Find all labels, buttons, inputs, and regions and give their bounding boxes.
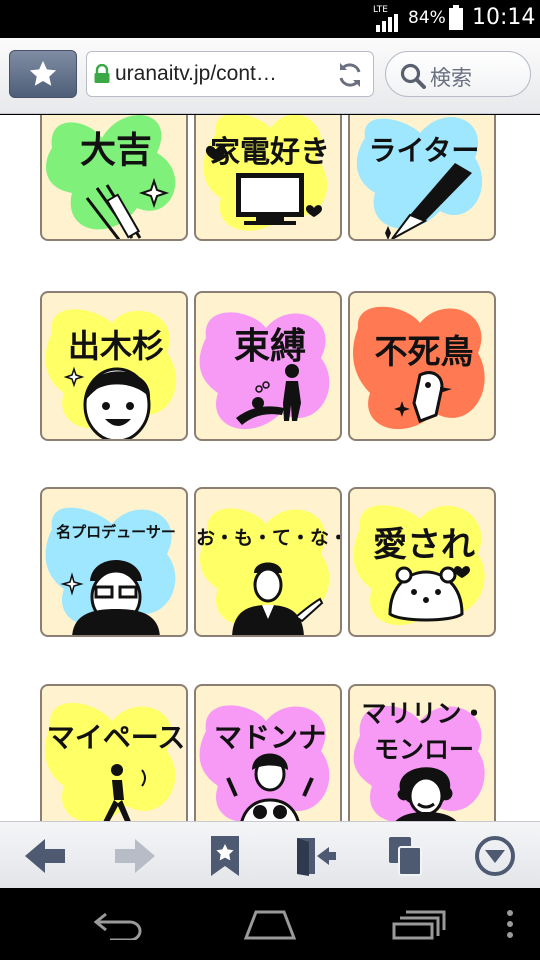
search-field[interactable]: 検索 xyxy=(385,51,531,97)
android-recent-apps-button[interactable] xyxy=(392,906,448,942)
lock-icon xyxy=(94,64,110,83)
fortune-card-writer[interactable]: ライター xyxy=(348,115,496,241)
fortune-card-omotenashi[interactable]: お・も・て・な・し xyxy=(194,487,342,637)
fortune-card-marilyn-monroe[interactable]: マリリン・ モンロー xyxy=(348,684,496,821)
boy-face-icon xyxy=(63,366,151,439)
fortune-card-daikichi[interactable]: 大吉 xyxy=(40,115,188,241)
browser-bottom-bar xyxy=(0,821,540,888)
menu-button[interactable] xyxy=(472,834,518,878)
android-nav-bar xyxy=(0,888,540,960)
browser-toolbar: uranaitv.jp/cont… 検索 xyxy=(0,38,540,114)
fortune-card-mypace[interactable]: マイペース xyxy=(40,684,188,821)
fortune-card-producer[interactable]: 名プロデューサー xyxy=(40,487,188,637)
web-content: 大吉 家電好き ライター 出木杉 束縛 不死鳥 名プロデューサー お・も・て・な… xyxy=(0,115,540,821)
fortune-card-madonna[interactable]: マドンナ xyxy=(194,684,342,821)
producer-with-glasses-icon xyxy=(60,560,160,635)
fortune-card-kaden-zuki[interactable]: 家電好き xyxy=(194,115,342,241)
android-home-button[interactable] xyxy=(242,906,298,942)
url-text[interactable]: uranaitv.jp/cont… xyxy=(115,62,329,86)
back-arrow-icon xyxy=(25,839,65,873)
star-icon xyxy=(29,60,57,86)
fortune-card-aisare[interactable]: 愛され xyxy=(348,487,496,637)
android-overflow-button[interactable] xyxy=(502,906,518,942)
battery-icon xyxy=(449,5,463,30)
clock: 10:14 xyxy=(472,5,536,30)
exit-button[interactable] xyxy=(292,834,338,878)
television-icon xyxy=(205,145,322,225)
fortune-card-dekisugi[interactable]: 出木杉 xyxy=(40,291,188,441)
tabs-icon xyxy=(389,837,422,876)
menu-dropdown-icon xyxy=(475,836,515,876)
fortune-card-sokubaku[interactable]: 束縛 xyxy=(194,291,342,441)
back-icon xyxy=(93,912,142,940)
overflow-menu-icon xyxy=(507,910,513,938)
search-placeholder: 検索 xyxy=(430,66,472,90)
search-icon xyxy=(400,63,426,89)
android-back-button[interactable] xyxy=(92,906,148,942)
forward-arrow-icon xyxy=(115,839,155,873)
home-icon xyxy=(243,910,297,940)
url-bar[interactable]: uranaitv.jp/cont… xyxy=(86,51,374,97)
binding-figures-icon xyxy=(236,364,301,425)
exit-door-icon xyxy=(297,838,336,876)
battery-percent: 84% xyxy=(408,8,446,28)
fortune-card-fushicho[interactable]: 不死鳥 xyxy=(348,291,496,441)
status-bar: LTE 84% 10:14 xyxy=(0,0,540,38)
bookmark-icon xyxy=(211,836,239,876)
signal-icon xyxy=(376,14,398,32)
bookmarks-button[interactable] xyxy=(202,834,248,878)
madonna-figure-icon xyxy=(226,753,314,821)
reload-icon[interactable] xyxy=(335,60,365,90)
back-button[interactable] xyxy=(22,834,68,878)
walking-person-icon xyxy=(103,764,146,821)
suited-man-icon xyxy=(232,562,324,635)
bookmark-star-button[interactable] xyxy=(9,50,77,98)
marilyn-portrait-icon xyxy=(395,767,457,821)
tabs-button[interactable] xyxy=(382,834,428,878)
recent-apps-icon xyxy=(392,910,446,940)
phoenix-bird-icon xyxy=(394,371,452,423)
fountain-pen-icon xyxy=(385,163,472,239)
hamster-icon xyxy=(388,566,470,622)
omikuji-sticks-icon xyxy=(85,177,170,239)
forward-button[interactable] xyxy=(112,834,158,878)
